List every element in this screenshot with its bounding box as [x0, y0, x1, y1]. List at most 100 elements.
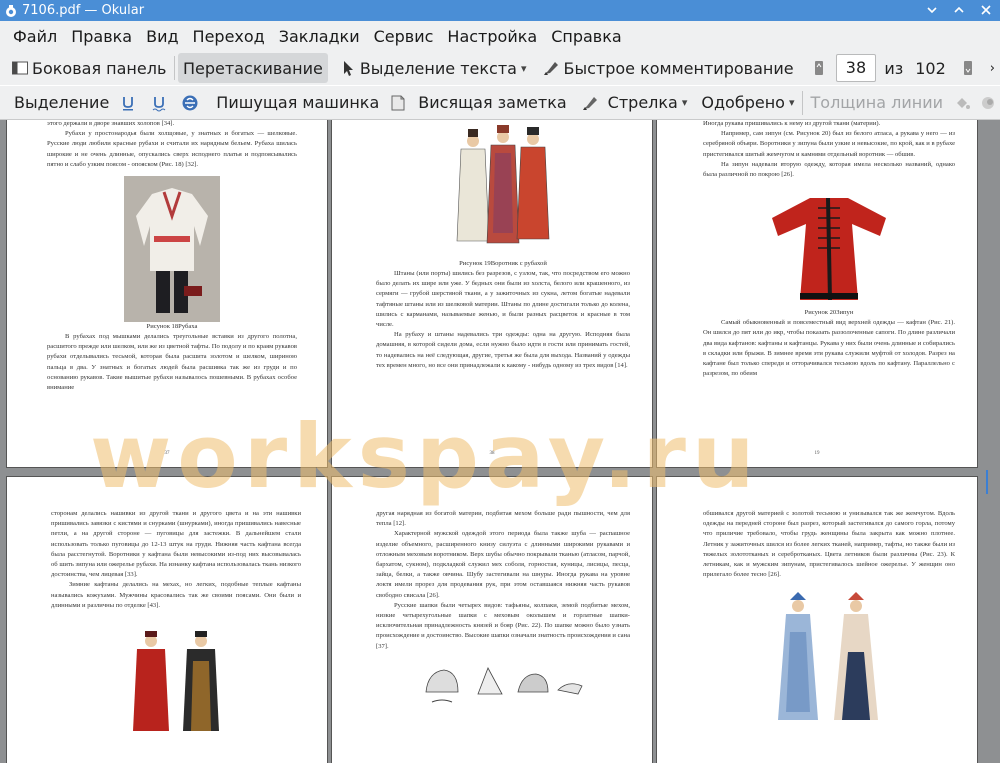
sidebar-label: Боковая панель [32, 58, 167, 78]
page-text: Русские шапки были четырех видов: тафьян… [376, 601, 630, 650]
women-costume-illustration [764, 592, 894, 723]
document-page: этого держали в дворе знавших холопов [3… [6, 120, 328, 468]
kaftan-illustration [121, 631, 231, 732]
squiggly-button[interactable] [145, 88, 176, 118]
page-text: обшивался другой материей с золотой тесь… [703, 510, 955, 579]
main-toolbar: Боковая панель Перетаскивание Выделение … [0, 51, 1000, 85]
squiggly-underline-icon [150, 94, 168, 112]
drag-mode-label: Перетаскивание [183, 58, 323, 78]
sidebar-icon [11, 59, 29, 77]
page-text: этого держали в дворе знавших холопов [3… [47, 120, 175, 127]
zipun-illustration [766, 188, 892, 309]
paint-bucket-icon [953, 94, 971, 112]
highlighter-icon [542, 59, 560, 77]
select-label: Выделение [14, 93, 110, 112]
page-text: На рубаху и штаны надевались три одежды:… [376, 331, 630, 369]
line-width-label: Толщина линии [810, 93, 944, 112]
opacity-button[interactable] [979, 88, 1000, 118]
toolbar-overflow-button[interactable]: › [985, 53, 1000, 83]
page-text: Зимние кафтаны делались на мехах, но лег… [51, 581, 301, 609]
page-text: В рубахах под мышками делались треугольн… [47, 333, 297, 392]
shirt-illustration [124, 176, 220, 323]
menu-bookmarks[interactable]: Закладки [272, 27, 367, 46]
document-page: Иногда рукава пришивались к нему из друг… [656, 120, 978, 468]
title-bar: 7106.pdf — Okular [0, 0, 1000, 21]
arrow-label: Стрелка [607, 93, 678, 112]
typewriter-label: Пишущая машинка [216, 93, 380, 112]
quick-comment-label: Быстрое комментирование [563, 58, 794, 78]
menu-go[interactable]: Переход [186, 27, 272, 46]
page-text: другая нарядная из богатой материи, подб… [376, 510, 630, 528]
strikeout-icon [181, 94, 199, 112]
chevron-down-icon[interactable]: ▾ [789, 96, 795, 109]
document-viewport[interactable]: этого держали в дворе знавших холопов [3… [0, 120, 1000, 763]
chevron-down-icon[interactable]: ▾ [521, 62, 527, 75]
underline-icon [119, 94, 137, 112]
sticky-note-button[interactable]: Висящая заметка [384, 88, 571, 118]
stamp-button[interactable]: Одобрено ▾ [696, 88, 799, 118]
menu-edit[interactable]: Правка [64, 27, 139, 46]
page-number: 19 [814, 450, 820, 456]
quick-comment-button[interactable]: Быстрое комментирование [537, 53, 798, 83]
approved-label: Одобрено [701, 93, 785, 112]
previous-page-icon [810, 59, 828, 77]
hats-illustration [418, 661, 588, 706]
previous-page-button[interactable] [805, 53, 836, 83]
menu-settings[interactable]: Настройка [440, 27, 544, 46]
minimize-icon[interactable] [925, 3, 939, 17]
menu-view[interactable]: Вид [139, 27, 185, 46]
color-button[interactable] [948, 88, 979, 118]
underline-button[interactable] [114, 88, 145, 118]
page-of-label: из [884, 58, 904, 78]
close-icon[interactable] [979, 3, 993, 17]
annotation-toolbar: Выделение Пишущая машинка Висящая заметк… [0, 86, 1000, 120]
chevron-right-icon: › [989, 60, 995, 76]
note-icon [389, 94, 407, 112]
arrow-tool-button[interactable]: Стрелка ▾ [576, 88, 693, 118]
page-text: Характерной мужской одеждой этого период… [376, 530, 630, 599]
page-text: Иногда рукава пришивались к нему из друг… [703, 120, 881, 127]
menu-bar: Файл Правка Вид Переход Закладки Сервис … [0, 21, 1000, 51]
window-title: 7106.pdf — Okular [22, 3, 145, 18]
menu-file[interactable]: Файл [6, 27, 64, 46]
costume-illustration [455, 123, 551, 259]
line-width-button[interactable]: Толщина линии [806, 88, 949, 118]
page-text: Самый обыкновенный и повсеместный вид ве… [703, 319, 955, 378]
text-selection-button[interactable]: Выделение текста ▾ [334, 53, 532, 83]
opacity-icon [979, 94, 997, 112]
text-selection-label: Выделение текста [359, 58, 517, 78]
toolbar-separator [174, 56, 176, 80]
page-number: 37 [164, 450, 170, 456]
figure-caption: Рисунок 20Зипун [804, 309, 854, 317]
page-text: сторонам делались нашивки из другой ткан… [51, 510, 301, 579]
page-text: Штаны (или порты) шились без разрезов, с… [376, 270, 630, 329]
document-page: сторонам делались нашивки из другой ткан… [6, 476, 328, 763]
maximize-icon[interactable] [952, 3, 966, 17]
menu-tools[interactable]: Сервис [367, 27, 441, 46]
page-text: Рубахи у простонародья были холщовые, у … [47, 130, 297, 168]
page-number-input[interactable]: 38 [835, 54, 877, 82]
page-total-label: 102 [915, 58, 946, 78]
document-page: Рисунок 19Воротник с рубахой Штаны (или … [331, 120, 653, 468]
document-page: обшивался другой материей с золотой тесь… [656, 476, 978, 763]
page-text: Например, сам зипун (см. Рисунок 20) был… [703, 130, 955, 158]
figure-caption: Рисунок 18Рубаха [146, 323, 198, 331]
strikeout-button[interactable] [176, 88, 207, 118]
next-page-button[interactable] [954, 53, 985, 83]
cursor-icon [339, 59, 357, 77]
page-text: На зипун надевали вторую одежду, которая… [703, 160, 955, 179]
select-annotation-button[interactable]: Выделение [9, 88, 114, 118]
next-page-icon [959, 59, 977, 77]
sidebar-button[interactable]: Боковая панель [6, 53, 171, 83]
chevron-down-icon[interactable]: ▾ [682, 96, 688, 109]
pen-icon [581, 94, 599, 112]
document-page: другая нарядная из богатой материи, подб… [331, 476, 653, 763]
page-number: 38 [489, 450, 495, 456]
scroll-position-indicator[interactable] [986, 470, 988, 494]
typewriter-button[interactable]: Пишущая машинка [211, 88, 384, 118]
sticky-note-label: Висящая заметка [418, 93, 567, 112]
figure-caption: Рисунок 19Воротник с рубахой [459, 260, 547, 267]
okular-app-icon [4, 4, 18, 18]
drag-mode-button[interactable]: Перетаскивание [178, 53, 328, 83]
menu-help[interactable]: Справка [544, 27, 629, 46]
